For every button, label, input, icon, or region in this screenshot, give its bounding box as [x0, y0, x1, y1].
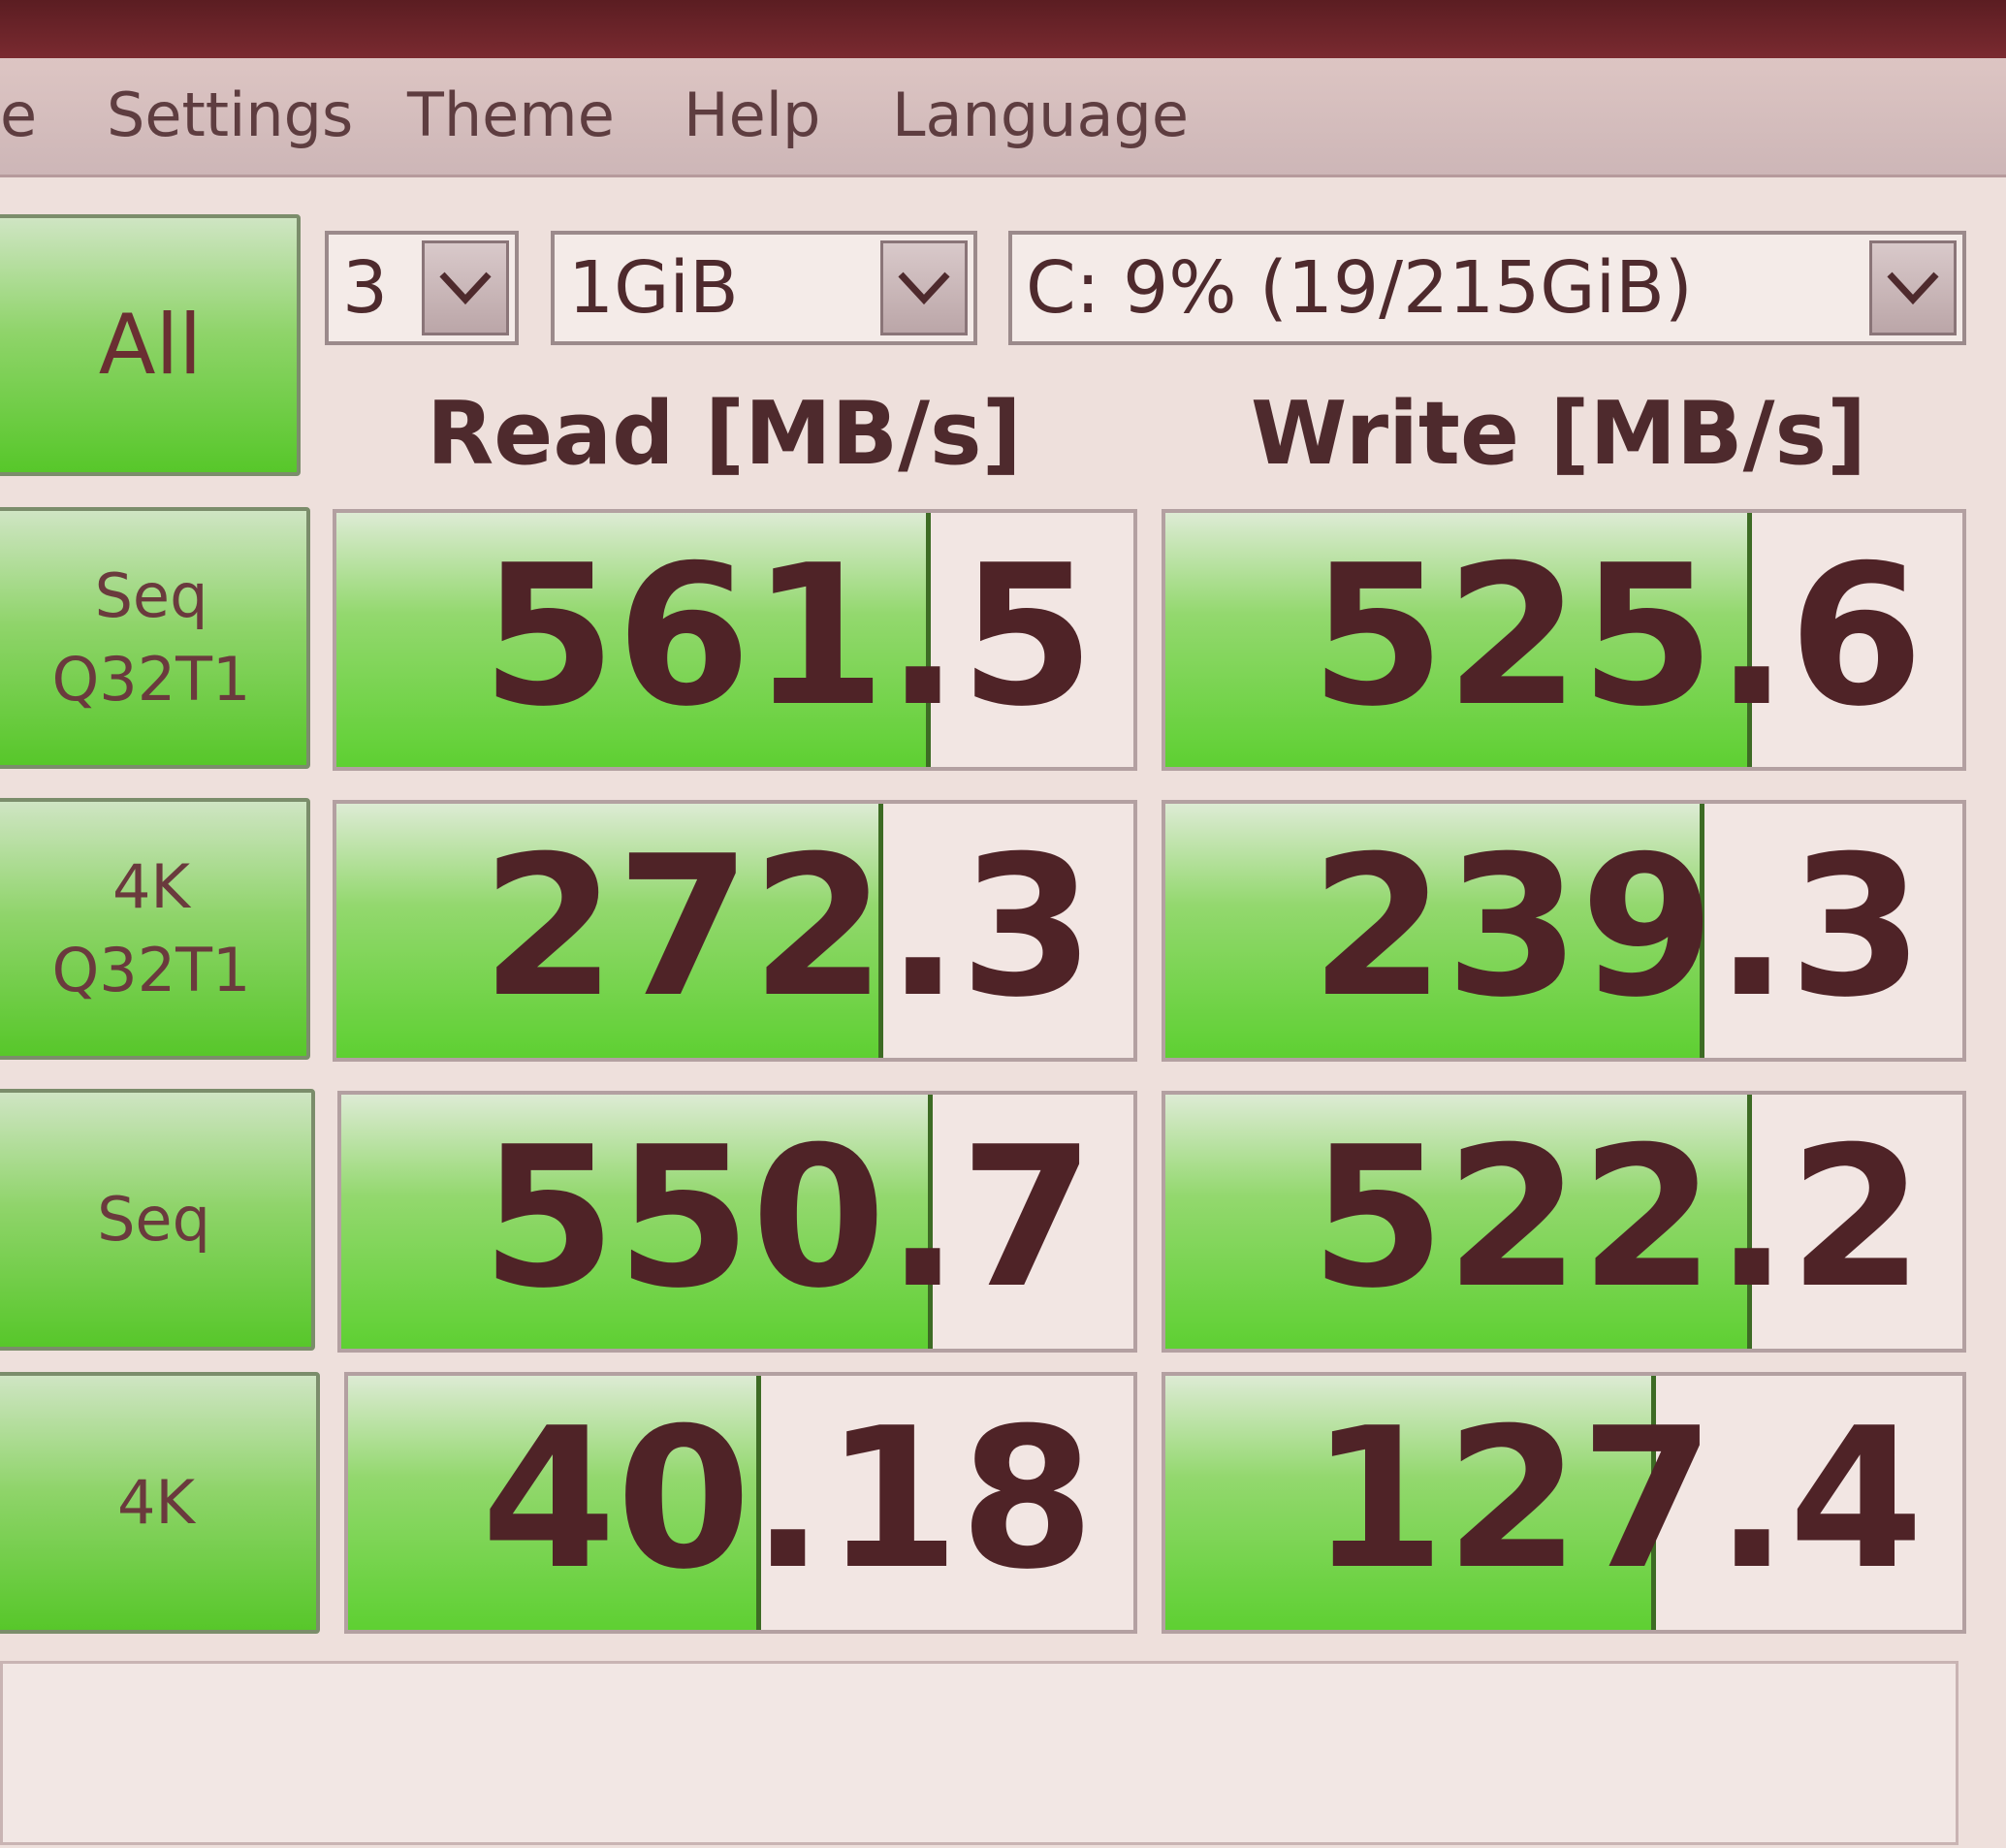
- all-button[interactable]: All: [0, 214, 301, 476]
- result-value: 40.18: [481, 1386, 1095, 1612]
- row-label-line1: Seq: [94, 560, 208, 631]
- test-count-dropdown-button[interactable]: [422, 240, 509, 335]
- result-value: 272.3: [481, 814, 1095, 1040]
- benchmark-panel: All 3 1GiB C: 9% (19/215GiB) Read [MB/s]…: [0, 177, 2006, 1848]
- 4k-q32t1-read-result: 272.3: [333, 800, 1137, 1062]
- menu-item-theme[interactable]: Theme: [407, 80, 615, 150]
- seq-write-result: 522.2: [1162, 1091, 1966, 1353]
- drive-select[interactable]: C: 9% (19/215GiB): [1008, 231, 1966, 345]
- read-column-header: Read [MB/s]: [427, 383, 1022, 485]
- seq-q32t1-read-result: 561.5: [333, 509, 1137, 771]
- row-label-line1: 4K: [111, 851, 191, 922]
- row-label-line1: 4K: [116, 1467, 196, 1538]
- test-size-select[interactable]: 1GiB: [551, 231, 977, 345]
- test-count-select[interactable]: 3: [325, 231, 519, 345]
- drive-value: C: 9% (19/215GiB): [1026, 246, 1693, 330]
- result-value: 561.5: [481, 524, 1095, 749]
- 4k-q32t1-button[interactable]: 4K Q32T1: [0, 798, 310, 1060]
- all-button-label: All: [98, 297, 203, 394]
- test-count-value: 3: [342, 246, 389, 330]
- menu-item-settings[interactable]: Settings: [107, 80, 353, 150]
- write-column-header: Write [MB/s]: [1251, 383, 1867, 485]
- monitor-bezel: [0, 0, 2006, 58]
- chevron-down-icon: [439, 271, 492, 305]
- test-size-value: 1GiB: [568, 246, 739, 330]
- menu-item-help[interactable]: Help: [684, 80, 820, 150]
- comment-field[interactable]: [0, 1661, 1958, 1845]
- chevron-down-icon: [898, 271, 950, 305]
- 4k-write-result: 127.4: [1162, 1372, 1966, 1634]
- result-value: 239.3: [1310, 814, 1924, 1040]
- seq-read-result: 550.7: [337, 1091, 1137, 1353]
- seq-q32t1-write-result: 525.6: [1162, 509, 1966, 771]
- result-value: 522.2: [1310, 1105, 1924, 1331]
- seq-q32t1-button[interactable]: Seq Q32T1: [0, 507, 310, 769]
- menu-bar: e Settings Theme Help Language: [0, 58, 2006, 177]
- row-label-line1: Seq: [97, 1184, 210, 1255]
- menu-item-file[interactable]: e: [0, 80, 37, 150]
- chevron-down-icon: [1887, 271, 1939, 305]
- 4k-button[interactable]: 4K: [0, 1372, 320, 1634]
- result-value: 525.6: [1310, 524, 1924, 749]
- test-size-dropdown-button[interactable]: [880, 240, 968, 335]
- row-label-line2: Q32T1: [51, 935, 251, 1005]
- 4k-q32t1-write-result: 239.3: [1162, 800, 1966, 1062]
- drive-dropdown-button[interactable]: [1869, 240, 1957, 335]
- result-value: 127.4: [1310, 1386, 1924, 1612]
- seq-button[interactable]: Seq: [0, 1089, 315, 1351]
- row-label-line2: Q32T1: [51, 644, 251, 715]
- menu-item-language[interactable]: Language: [892, 80, 1189, 150]
- 4k-read-result: 40.18: [344, 1372, 1137, 1634]
- result-value: 550.7: [481, 1105, 1095, 1331]
